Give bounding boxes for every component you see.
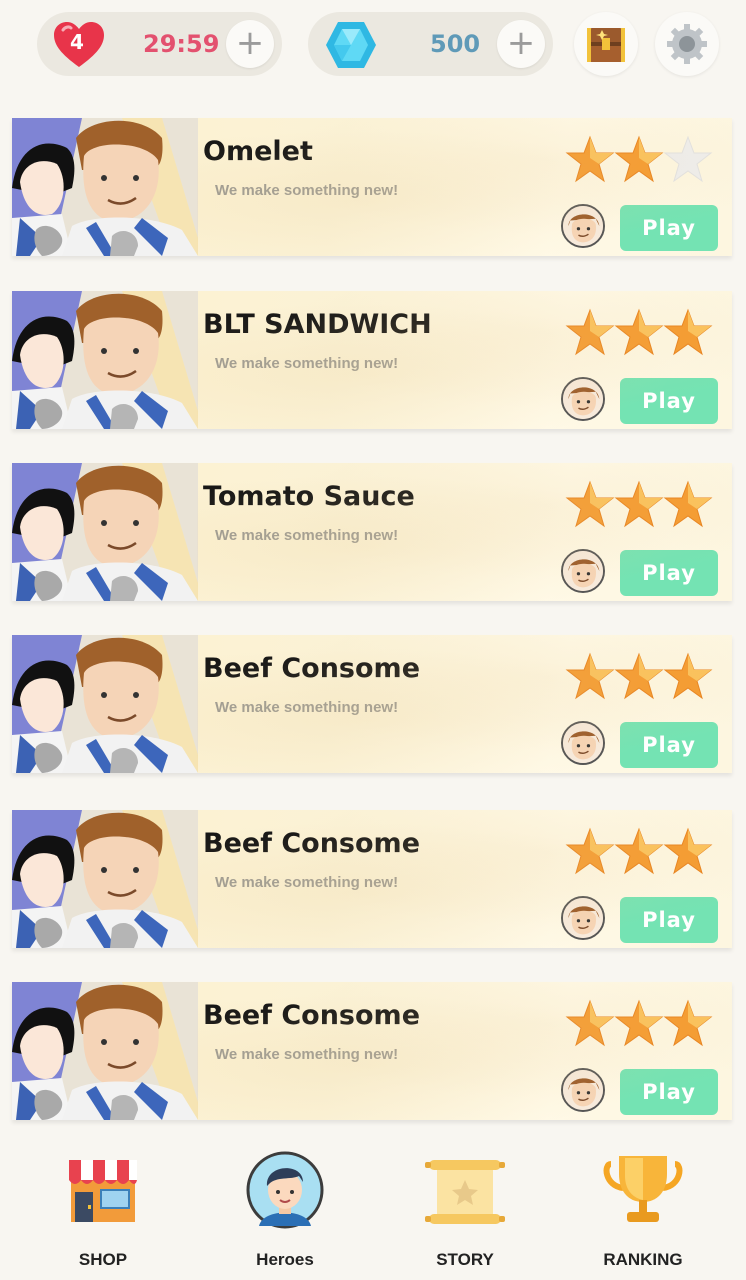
nav-heroes-label: Heroes — [256, 1250, 314, 1269]
play-button[interactable]: Play — [620, 378, 718, 424]
player-avatar — [561, 549, 605, 593]
level-title: Tomato Sauce — [203, 481, 415, 512]
lives-count: 4 — [70, 30, 84, 54]
chef-avatar-icon — [563, 723, 603, 763]
star-highlight — [688, 654, 711, 681]
star-highlight — [688, 829, 711, 856]
star-highlight — [590, 310, 613, 337]
star-highlight — [590, 654, 613, 681]
chef-characters-art — [12, 291, 198, 429]
chef-characters-art — [12, 982, 198, 1120]
player-avatar — [561, 1068, 605, 1112]
chef-avatar-icon — [563, 379, 603, 419]
chef-avatar-icon — [563, 551, 603, 591]
play-button[interactable]: Play — [620, 550, 718, 596]
star-highlight — [639, 137, 662, 164]
level-subtitle: We make something new! — [215, 527, 399, 544]
level-title: Beef Consome — [203, 1000, 421, 1031]
level-subtitle: We make something new! — [215, 699, 399, 716]
play-button[interactable]: Play — [620, 205, 718, 251]
level-card-5: Beef Consome We make something new! Play — [12, 810, 732, 948]
player-avatar — [561, 721, 605, 765]
play-button[interactable]: Play — [620, 722, 718, 768]
chef-avatar-icon — [563, 206, 603, 246]
level-card-2: BLT SANDWICH We make something new! Play — [12, 291, 732, 429]
treasure-chest-icon — [587, 28, 625, 62]
trophy-icon — [603, 1156, 683, 1222]
lives-timer: 29:59 — [143, 30, 220, 58]
level-stars — [565, 480, 713, 528]
nav-story[interactable]: STORY — [400, 1146, 530, 1274]
level-subtitle: We make something new! — [215, 182, 399, 199]
star-highlight — [639, 482, 662, 509]
hero-avatar-icon — [246, 1151, 324, 1229]
level-title: BLT SANDWICH — [203, 309, 432, 340]
star-highlight — [688, 1001, 711, 1028]
level-subtitle: We make something new! — [215, 355, 399, 372]
player-avatar — [561, 204, 605, 248]
star-highlight — [590, 829, 613, 856]
add-gems-button[interactable]: + — [497, 20, 545, 68]
star-highlight — [590, 1001, 613, 1028]
star-highlight — [688, 482, 711, 509]
star-highlight — [639, 1001, 662, 1028]
play-button[interactable]: Play — [620, 897, 718, 943]
player-avatar — [561, 377, 605, 421]
add-lives-button[interactable]: + — [226, 20, 274, 68]
lives-pill: 4 29:59 + — [37, 12, 282, 76]
level-card-4: Beef Consome We make something new! Play — [12, 635, 732, 773]
nav-ranking-label: RANKING — [603, 1250, 683, 1269]
nav-heroes[interactable]: Heroes — [220, 1146, 350, 1274]
settings-button[interactable] — [655, 12, 719, 76]
top-status-bar: 4 29:59 + 500 + — [0, 0, 746, 100]
star-highlight — [639, 654, 662, 681]
nav-shop[interactable]: SHOP — [38, 1146, 168, 1274]
nav-shop-label: SHOP — [78, 1250, 128, 1269]
star-highlight — [688, 310, 711, 337]
level-subtitle: We make something new! — [215, 1046, 399, 1063]
star-highlight — [639, 310, 662, 337]
treasure-chest-button[interactable] — [574, 12, 638, 76]
level-card-3: Tomato Sauce We make something new! Play — [12, 463, 732, 601]
play-button[interactable]: Play — [620, 1069, 718, 1115]
level-subtitle: We make something new! — [215, 874, 399, 891]
level-stars — [565, 652, 713, 700]
chef-avatar-icon — [563, 1070, 603, 1110]
gem-count: 500 — [430, 30, 481, 58]
level-title: Omelet — [203, 136, 313, 167]
level-stars — [565, 827, 713, 875]
chef-characters-art — [12, 635, 198, 773]
chef-characters-art — [12, 463, 198, 601]
gem-icon — [326, 22, 376, 68]
star-empty-icon — [663, 135, 713, 183]
nav-story-label: STORY — [436, 1250, 494, 1269]
level-stars — [565, 999, 713, 1047]
star-highlight — [639, 829, 662, 856]
shop-icon — [69, 1160, 137, 1222]
player-avatar — [561, 896, 605, 940]
level-card-1: Omelet We make something new! Play — [12, 118, 732, 256]
chef-avatar-icon — [563, 898, 603, 938]
level-stars — [565, 308, 713, 356]
chef-characters-art — [12, 118, 198, 256]
nav-ranking[interactable]: RANKING — [578, 1146, 708, 1274]
scroll-icon — [425, 1160, 505, 1224]
star-highlight — [590, 137, 613, 164]
chef-characters-art — [12, 810, 198, 948]
level-title: Beef Consome — [203, 653, 421, 684]
gear-icon — [667, 24, 707, 64]
gems-pill: 500 + — [308, 12, 553, 76]
level-card-6: Beef Consome We make something new! Play — [12, 982, 732, 1120]
star-highlight — [590, 482, 613, 509]
bottom-navigation: SHOP Heroes STORY RANKING — [0, 1136, 746, 1280]
level-title: Beef Consome — [203, 828, 421, 859]
level-stars — [565, 135, 713, 183]
